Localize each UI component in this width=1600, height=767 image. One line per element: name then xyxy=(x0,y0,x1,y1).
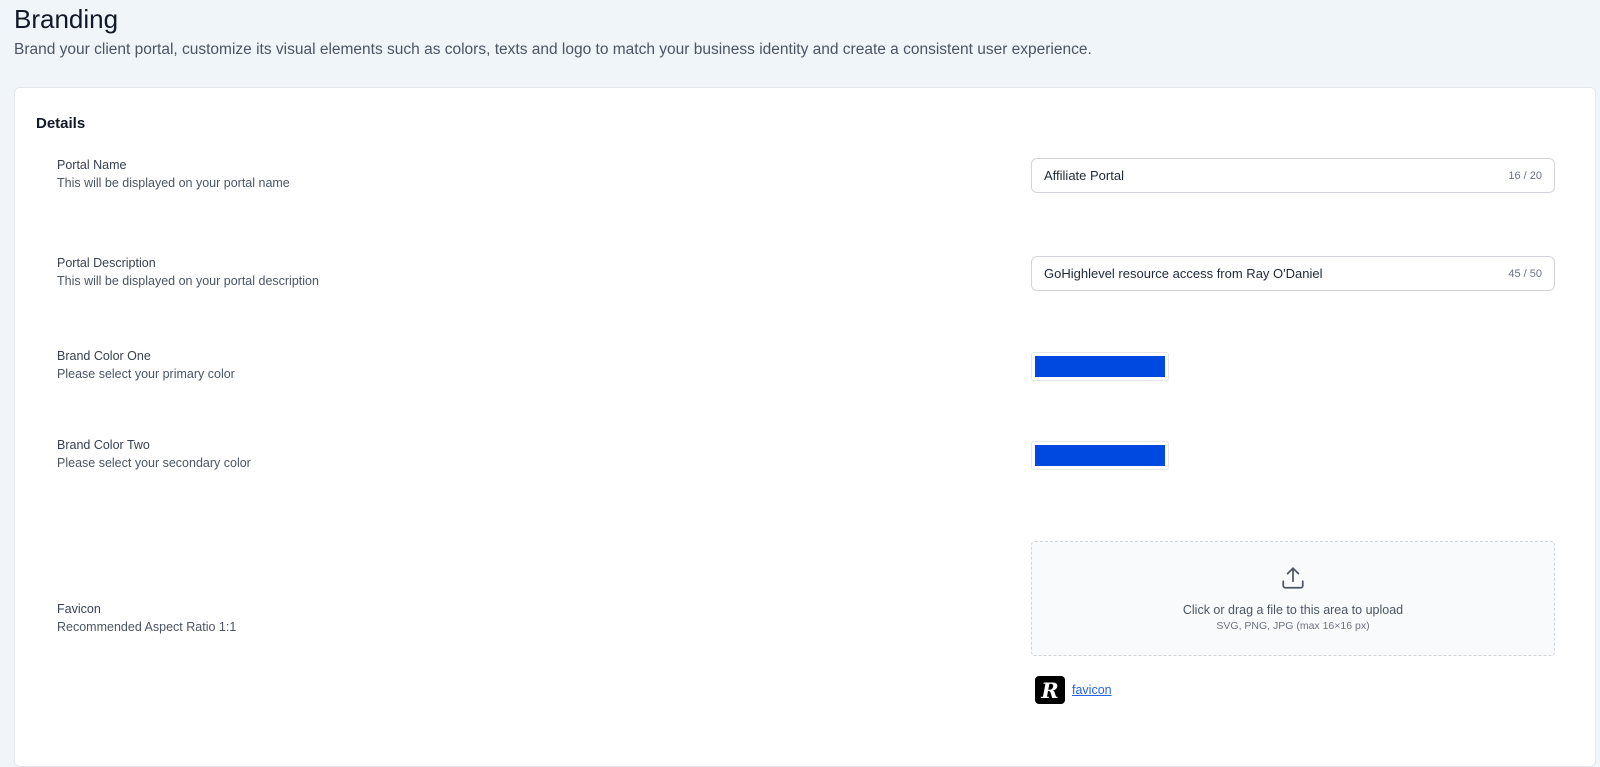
favicon-upload-dropzone[interactable]: Click or drag a file to this area to upl… xyxy=(1031,541,1555,656)
portal-description-input[interactable] xyxy=(1044,266,1501,281)
brand-color-one-help: Please select your primary color xyxy=(57,367,235,381)
brand-color-one-label-group: Brand Color One Please select your prima… xyxy=(57,347,235,383)
portal-description-counter: 45 / 50 xyxy=(1508,267,1542,280)
upload-hint: SVG, PNG, JPG (max 16×16 px) xyxy=(1216,620,1370,632)
portal-name-counter: 16 / 20 xyxy=(1508,169,1542,182)
brand-color-one-picker[interactable] xyxy=(1031,352,1169,381)
brand-color-two-label: Brand Color Two xyxy=(57,438,150,452)
brand-color-two-help: Please select your secondary color xyxy=(57,456,251,470)
favicon-file-link[interactable]: favicon xyxy=(1072,683,1112,697)
portal-name-field[interactable]: 16 / 20 xyxy=(1031,158,1555,193)
portal-name-input[interactable] xyxy=(1044,168,1501,183)
brand-color-two-label-group: Brand Color Two Please select your secon… xyxy=(57,436,251,472)
upload-icon xyxy=(1282,567,1304,589)
favicon-help: Recommended Aspect Ratio 1:1 xyxy=(57,620,237,634)
portal-name-label: Portal Name xyxy=(57,158,127,172)
favicon-file: R favicon xyxy=(1035,676,1112,704)
portal-name-help: This will be displayed on your portal na… xyxy=(57,176,290,190)
favicon-label: Favicon xyxy=(57,602,101,616)
details-card: Details Portal Name This will be display… xyxy=(14,87,1596,767)
portal-description-help: This will be displayed on your portal de… xyxy=(57,274,319,288)
portal-description-label: Portal Description xyxy=(57,256,156,270)
brand-color-one-fill xyxy=(1035,356,1165,377)
upload-instructions: Click or drag a file to this area to upl… xyxy=(1182,603,1404,617)
page-subtitle: Brand your client portal, customize its … xyxy=(14,41,1092,58)
details-title: Details xyxy=(36,115,86,132)
favicon-label-group: Favicon Recommended Aspect Ratio 1:1 xyxy=(57,600,236,636)
portal-description-label-group: Portal Description This will be displaye… xyxy=(57,254,319,290)
brand-color-one-label: Brand Color One xyxy=(57,349,151,363)
page-header: Branding Brand your client portal, custo… xyxy=(14,4,1092,60)
portal-name-label-group: Portal Name This will be displayed on yo… xyxy=(57,156,290,192)
portal-description-field[interactable]: 45 / 50 xyxy=(1031,256,1555,291)
page-title: Branding xyxy=(14,4,119,34)
brand-color-two-fill xyxy=(1035,445,1165,466)
favicon-thumbnail-icon: R xyxy=(1035,676,1065,704)
brand-color-two-picker[interactable] xyxy=(1031,441,1169,470)
